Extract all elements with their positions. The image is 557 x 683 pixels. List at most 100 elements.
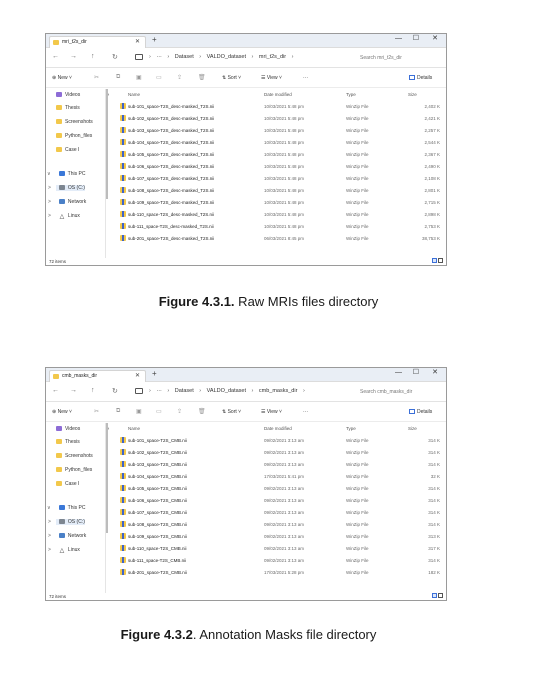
overflow-crumb[interactable]: ··· [156,54,162,60]
column-header-name[interactable]: Name [128,426,140,431]
file-row[interactable]: sub-101_space-T2S_CMB.nii 09/02/2021 3:13… [118,435,446,447]
file-row[interactable]: sub-201_space-T2S_CMB.nii 17/03/2021 5:28… [118,567,446,579]
expand-chevron-icon[interactable]: > [48,199,51,205]
sidebar-item[interactable]: Thesis [56,105,80,111]
sidebar-item[interactable]: > △ Linux [48,547,80,554]
new-button[interactable]: ⊕ New ˅ [52,409,72,415]
column-header-date[interactable]: Date modified [264,92,292,97]
breadcrumb-item[interactable]: Dataset [175,54,194,60]
delete-icon[interactable]: 🗑 [198,408,206,415]
share-icon[interactable]: ⇪ [177,408,182,415]
new-button[interactable]: ⊕ New ˅ [52,75,72,81]
more-options-button[interactable]: ··· [303,409,308,415]
sidebar-item[interactable]: Screenshots [56,453,93,459]
breadcrumb[interactable]: › ··· › Dataset › VALDO_dataset › mri_t2… [149,54,297,60]
file-row[interactable]: sub-108_space-T2S_CMB.nii 09/02/2021 3:13… [118,519,446,531]
sidebar-item[interactable]: Case I [56,481,79,487]
maximize-button[interactable]: ☐ [413,368,419,378]
paste-icon[interactable]: ▣ [136,74,142,81]
sidebar-item[interactable]: Screenshots [56,119,93,125]
expand-chevron-icon[interactable]: > [48,185,51,191]
rename-icon[interactable]: ▭ [156,408,162,415]
file-row[interactable]: sub-107_space-T2S_CMB.nii 09/02/2021 3:13… [118,507,446,519]
file-row[interactable]: sub-104_space-T2S_desc-masked_T2S.nii 10/… [118,137,446,149]
expand-chevron-icon[interactable]: ∨ [47,505,51,511]
share-icon[interactable]: ⇪ [177,74,182,81]
back-arrow-icon[interactable]: ← [52,53,59,60]
more-options-button[interactable]: ··· [303,75,308,81]
file-row[interactable]: sub-107_space-T2S_desc-masked_T2S.nii 10/… [118,173,446,185]
sidebar-item[interactable]: Videos✱ [56,92,109,98]
sidebar-item[interactable]: > OS (C:) [48,519,85,525]
breadcrumb-item[interactable]: VALDO_dataset [207,54,246,60]
breadcrumb-item[interactable]: mri_t2s_dir [259,54,286,60]
file-row[interactable]: sub-111_space-T2S_CMB.nii 09/02/2021 3:13… [118,555,446,567]
sort-button[interactable]: ⇅ Sort ˅ [222,409,241,415]
file-row[interactable]: sub-105_space-T2S_desc-masked_T2S.nii 10/… [118,149,446,161]
refresh-icon[interactable]: ↻ [112,53,118,61]
file-row[interactable]: sub-102_space-T2S_CMB.nii 09/02/2021 3:13… [118,447,446,459]
refresh-icon[interactable]: ↻ [112,387,118,395]
file-row[interactable]: sub-102_space-T2S_desc-masked_T2S.nii 10/… [118,113,446,125]
sidebar-item[interactable]: Python_files [56,133,92,139]
back-arrow-icon[interactable]: ← [52,387,59,394]
expand-chevron-icon[interactable]: > [48,547,51,553]
new-tab-button[interactable]: + [152,369,157,378]
breadcrumb-item[interactable]: cmb_masks_dir [259,388,298,394]
column-header-size[interactable]: Size [408,92,417,97]
column-header-date[interactable]: Date modified [264,426,292,431]
new-tab-button[interactable]: + [152,35,157,44]
view-button[interactable]: ☰ View ˅ [261,75,282,81]
copy-icon[interactable]: ⧉ [116,74,120,81]
file-row[interactable]: sub-106_space-T2S_desc-masked_T2S.nii 10/… [118,161,446,173]
close-tab-icon[interactable]: ✕ [135,37,140,48]
column-header-name[interactable]: Name [128,92,140,97]
sidebar-item[interactable]: Python_files [56,467,92,473]
breadcrumb[interactable]: › ··· › Dataset › VALDO_dataset › cmb_ma… [149,388,309,394]
sidebar-item[interactable]: Thesis [56,439,80,445]
expand-chevron-icon[interactable]: > [48,213,51,219]
minimize-button[interactable]: — [395,34,402,44]
column-header-type[interactable]: Type [346,92,356,97]
file-row[interactable]: sub-101_space-T2S_desc-masked_T2S.nii 10/… [118,101,446,113]
sidebar-item[interactable]: Case I [56,147,79,153]
details-view-icon[interactable] [432,258,437,263]
breadcrumb-item[interactable]: Dataset [175,388,194,394]
tiles-view-icon[interactable] [438,593,443,598]
close-tab-icon[interactable]: ✕ [135,371,140,382]
file-row[interactable]: sub-105_space-T2S_CMB.nii 09/02/2021 3:13… [118,483,446,495]
sidebar-item[interactable]: > △ Linux [48,213,80,220]
expand-chevron-icon[interactable]: > [48,519,51,525]
sort-button[interactable]: ⇅ Sort ˅ [222,75,241,81]
close-window-button[interactable]: ✕ [432,34,438,44]
file-row[interactable]: sub-110_space-T2S_desc-masked_T2S.nii 10/… [118,209,446,221]
forward-arrow-icon[interactable]: → [70,53,77,60]
file-row[interactable]: sub-110_space-T2S_CMB.nii 09/02/2021 3:13… [118,543,446,555]
file-row[interactable]: sub-104_space-T2S_CMB.nii 17/03/2021 5:41… [118,471,446,483]
up-arrow-icon[interactable]: ↑ [91,387,95,394]
details-button[interactable]: Details [409,75,432,81]
file-row[interactable]: sub-103_space-T2S_desc-masked_T2S.nii 10/… [118,125,446,137]
tab-mri-t2s-dir[interactable]: mri_t2s_dir ✕ [49,36,146,48]
tab-cmb-masks-dir[interactable]: cmb_masks_dir ✕ [49,370,146,382]
sidebar-item[interactable]: > OS (C:) [48,185,85,191]
delete-icon[interactable]: 🗑 [198,74,206,81]
sidebar-item[interactable]: > Network [48,199,86,205]
expand-chevron-icon[interactable]: > [48,533,51,539]
search-input[interactable]: Search cmb_masks_dir [358,386,444,398]
details-view-icon[interactable] [432,593,437,598]
cut-icon[interactable]: ✂ [94,74,99,81]
file-row[interactable]: sub-108_space-T2S_desc-masked_T2S.nii 10/… [118,185,446,197]
sidebar-item[interactable]: > Network [48,533,86,539]
expand-chevron-icon[interactable]: ∨ [47,171,51,177]
breadcrumb-item[interactable]: VALDO_dataset [207,388,246,394]
file-row[interactable]: sub-103_space-T2S_CMB.nii 09/02/2021 3:13… [118,459,446,471]
paste-icon[interactable]: ▣ [136,408,142,415]
nav-scrollbar[interactable] [106,89,108,199]
file-row[interactable]: sub-109_space-T2S_desc-masked_T2S.nii 10/… [118,197,446,209]
column-header-type[interactable]: Type [346,426,356,431]
sidebar-item[interactable]: Videos✱ [56,426,109,432]
tiles-view-icon[interactable] [438,258,443,263]
search-input[interactable]: Search mri_t2s_dir [358,52,444,64]
sidebar-item[interactable]: ∨ This PC [47,505,85,511]
